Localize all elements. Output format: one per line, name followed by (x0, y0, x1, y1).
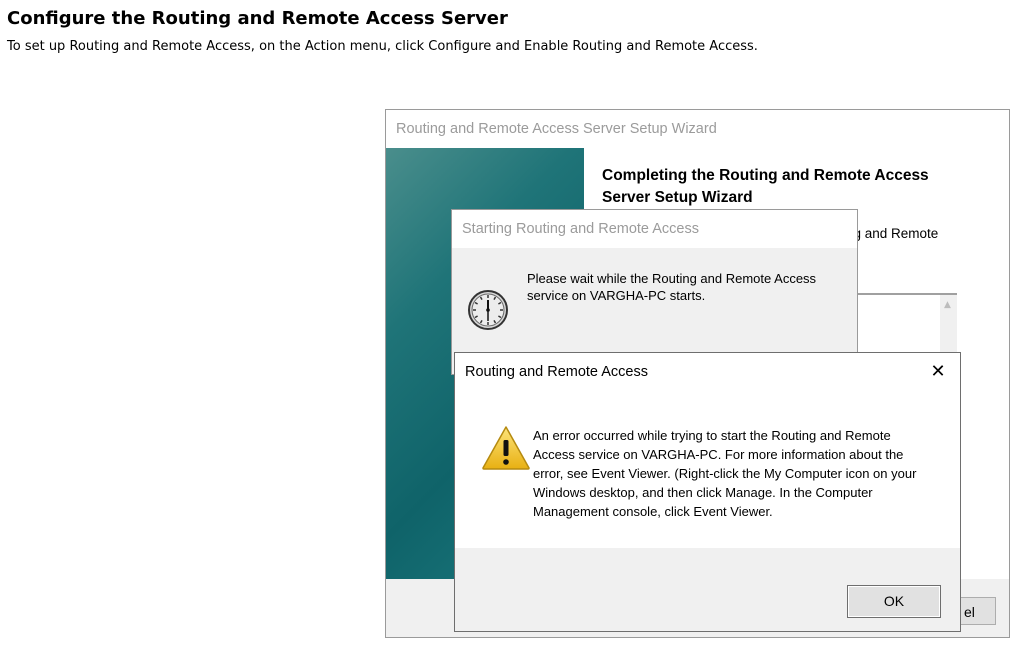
error-dialog-titlebar[interactable]: Routing and Remote Access ✕ (455, 353, 960, 391)
cancel-button-label: el (964, 604, 975, 620)
instruction-text: To set up Routing and Remote Access, on … (7, 39, 758, 54)
wizard-heading: Completing the Routing and Remote Access… (602, 167, 929, 206)
starting-dialog: Starting Routing and Remote Access Pleas… (451, 209, 858, 375)
wizard-title: Routing and Remote Access Server Setup W… (396, 121, 717, 137)
ok-button[interactable]: OK (847, 585, 941, 618)
error-message: An error occurred while trying to start … (533, 428, 917, 519)
error-dialog-body: An error occurred while trying to start … (455, 391, 960, 548)
warning-icon (482, 426, 530, 470)
close-icon[interactable]: ✕ (923, 359, 953, 385)
starting-dialog-titlebar[interactable]: Starting Routing and Remote Access (452, 210, 857, 248)
starting-dialog-message: Please wait while the Routing and Remote… (527, 271, 817, 303)
error-dialog-title: Routing and Remote Access (465, 364, 648, 380)
page-title: Configure the Routing and Remote Access … (7, 8, 508, 29)
error-dialog: Routing and Remote Access ✕ An error occ… (454, 352, 961, 632)
wizard-description: ng and Remote (846, 226, 939, 241)
scroll-up-icon[interactable]: ▲ (944, 300, 951, 310)
wizard-titlebar[interactable]: Routing and Remote Access Server Setup W… (386, 110, 1009, 148)
clock-icon (468, 290, 508, 330)
starting-dialog-title: Starting Routing and Remote Access (462, 221, 699, 237)
